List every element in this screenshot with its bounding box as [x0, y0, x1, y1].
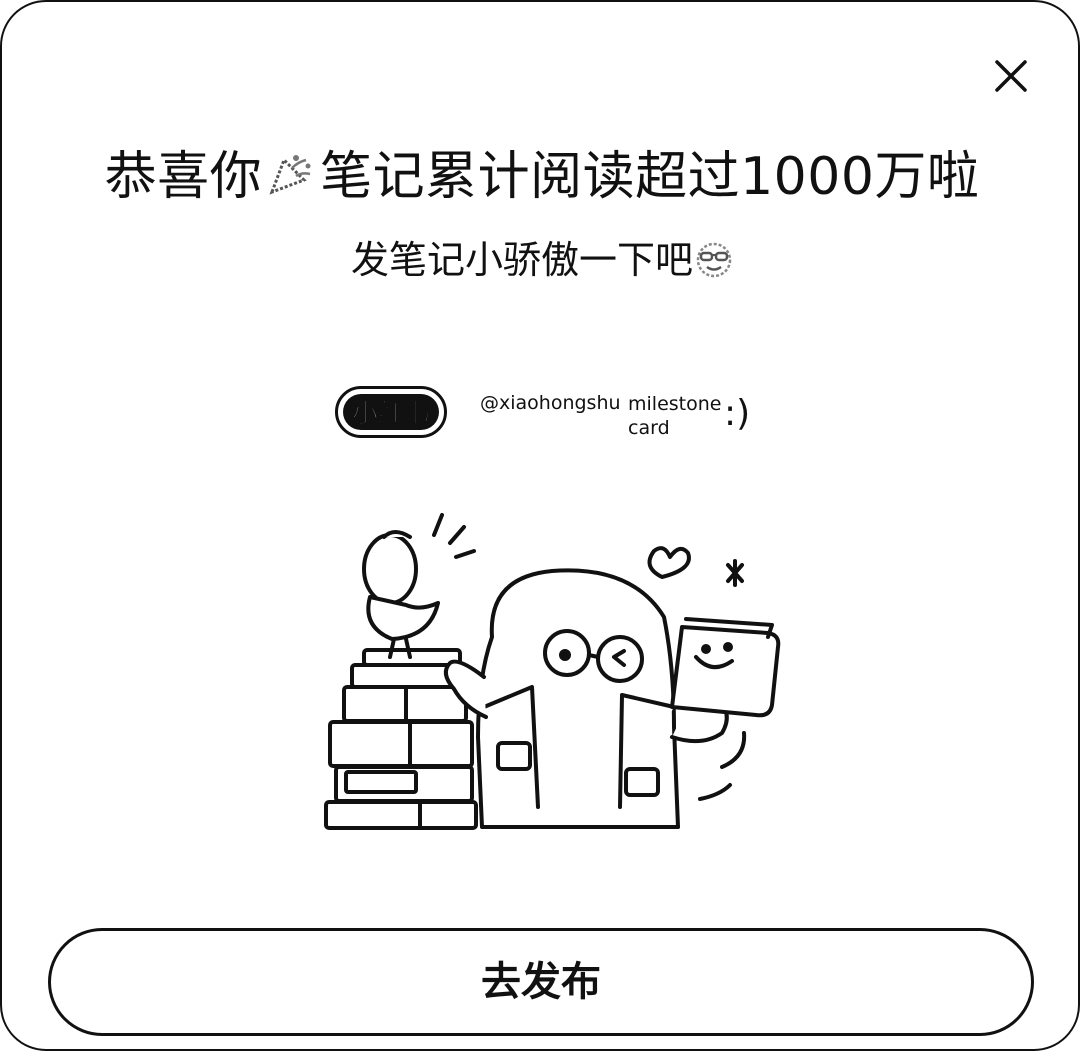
subtitle-text: 发笔记小骄傲一下吧	[350, 238, 693, 282]
sunglasses-face-icon	[695, 241, 733, 279]
title-before: 恭喜你	[104, 147, 263, 207]
dialog-title: 恭喜你 笔记累计阅读超过1000万啦	[2, 145, 1078, 209]
logo-text: 小红书	[352, 398, 430, 428]
title-after: 笔记累计阅读超过1000万啦	[320, 147, 980, 207]
party-popper-icon	[266, 148, 316, 198]
milestone-card-label: milestone card	[628, 392, 728, 440]
close-icon	[995, 60, 1027, 92]
book-6	[324, 800, 478, 830]
logo-text-art: 小红书	[351, 398, 430, 429]
book-4	[328, 720, 474, 768]
milestone-line-1: milestone	[628, 393, 722, 415]
publish-button[interactable]: 去发布	[48, 928, 1034, 1036]
xiaohongshu-logo: 小红书	[335, 386, 447, 438]
account-handle: @xiaohongshu	[480, 392, 621, 414]
milestone-dialog: 恭喜你 笔记累计阅读超过1000万啦 发笔记小骄傲一下吧 小红书 @xiaoho…	[0, 0, 1080, 1051]
dialog-subtitle: 发笔记小骄傲一下吧	[2, 235, 1078, 285]
close-button[interactable]	[987, 52, 1035, 100]
book-1	[362, 648, 462, 667]
milestone-illustration	[324, 513, 781, 830]
smiley-text: :)	[724, 393, 751, 434]
milestone-line-2: card	[628, 417, 670, 439]
